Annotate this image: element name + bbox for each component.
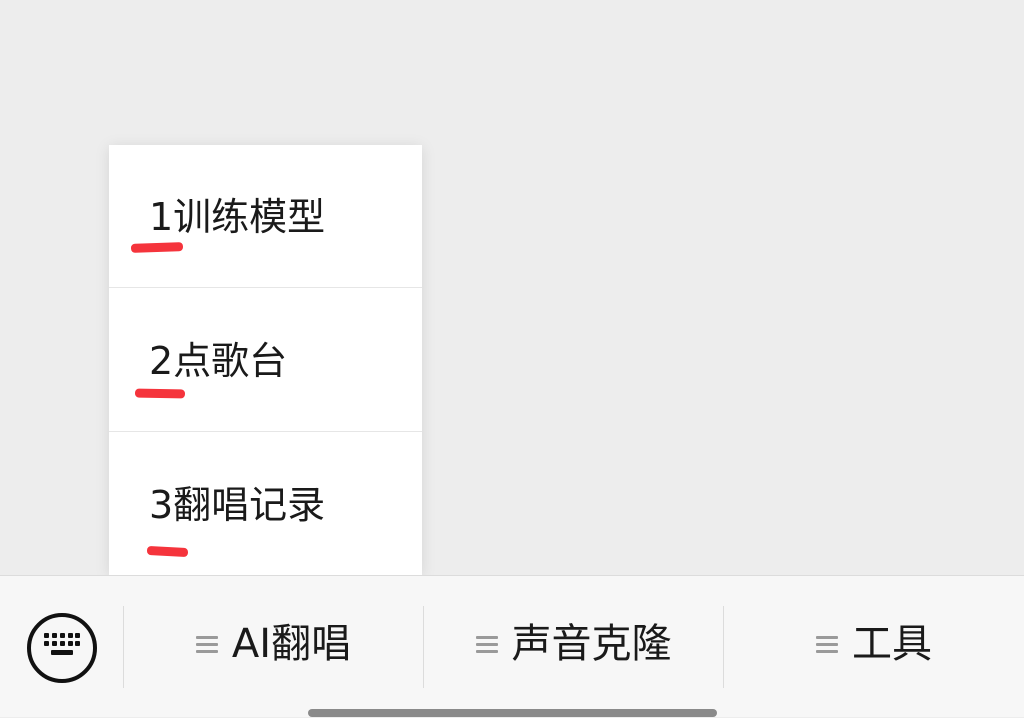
popup-menu-item-label: 3翻唱记录 (149, 483, 326, 527)
annotation-underline (130, 242, 184, 253)
tab-ai-cover[interactable]: AI翻唱 (124, 576, 423, 718)
bottom-menu-bar: AI翻唱 声音克隆 工具 (0, 575, 1024, 717)
menu-icon (475, 635, 498, 653)
annotation-underline (146, 545, 189, 558)
popup-menu-item-cover-history[interactable]: 3翻唱记录 (109, 433, 422, 575)
tab-label: 声音克隆 (511, 621, 672, 667)
menu-icon (816, 635, 838, 653)
popup-menu-item-train-model[interactable]: 1训练模型 (109, 145, 422, 288)
popup-menu: 1训练模型 2点歌台 3翻唱记录 (109, 145, 422, 575)
popup-menu-item-song-request[interactable]: 2点歌台 (109, 289, 422, 432)
annotation-underline (134, 388, 186, 399)
popup-menu-item-label: 2点歌台 (149, 339, 288, 383)
popup-menu-item-label: 1训练模型 (149, 195, 326, 239)
home-indicator[interactable] (308, 709, 717, 717)
tab-voice-clone[interactable]: 声音克隆 (424, 576, 723, 718)
keyboard-icon (44, 633, 80, 655)
tab-label: AI翻唱 (231, 621, 352, 667)
tab-tools[interactable]: 工具 (724, 576, 1024, 718)
keyboard-toggle-button[interactable] (27, 613, 97, 683)
menu-icon (195, 635, 218, 653)
tab-label: 工具 (852, 621, 932, 667)
